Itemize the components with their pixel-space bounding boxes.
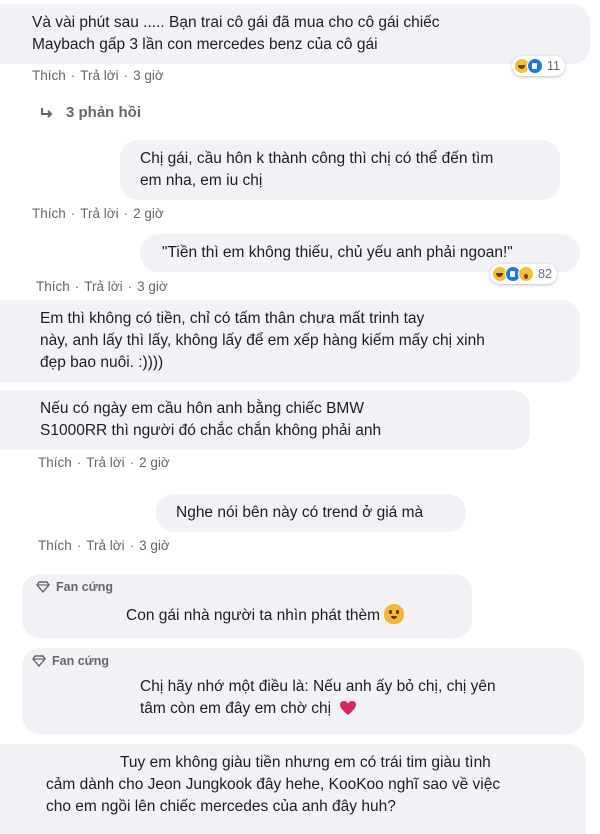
reply-arrow-icon — [40, 107, 54, 119]
reaction-count: 11 — [547, 59, 560, 73]
comment-text: Em thì không có tiền, chỉ có tấm thân ch… — [40, 310, 425, 327]
crying-cat-icon — [384, 604, 405, 624]
reply-link[interactable]: Trả lời — [86, 538, 124, 553]
separator-dot: · — [76, 538, 82, 553]
badge-label: Fan cứng — [56, 580, 113, 594]
comment-bubble: Chị gái, cầu hôn k thành công thì chị có… — [120, 140, 560, 200]
timestamp-link[interactable]: 3 giờ — [133, 68, 164, 83]
reaction-count: 82 — [538, 267, 552, 281]
separator-dot: · — [129, 455, 135, 470]
separator-dot: · — [127, 279, 133, 294]
comment-text-content: Con gái nhà người ta nhìn phát thèm — [126, 607, 381, 624]
reply-link[interactable]: Trả lời — [80, 68, 118, 83]
timestamp-link[interactable]: 3 giờ — [137, 279, 168, 294]
like-link[interactable]: Thích — [32, 68, 66, 83]
comment-text: Chị gái, cầu hôn k thành công thì chị có… — [140, 150, 494, 167]
like-link[interactable]: Thích — [32, 206, 66, 221]
replies-count-label: 3 phản hồi — [66, 104, 141, 121]
like-icon — [527, 58, 543, 74]
comment-text: đẹp bao nuôi. :)))) — [40, 354, 164, 371]
like-link[interactable]: Thích — [36, 279, 70, 294]
comment-actions: Thích · Trả lời · 3 giờ — [36, 279, 168, 294]
comment-text: Nghe nói bên này có trend ở giá mà — [176, 504, 424, 521]
comment-bubble: Em thì không có tiền, chỉ có tấm thân ch… — [0, 300, 580, 382]
comment-actions: Thích · Trả lời · 2 giờ — [38, 455, 170, 470]
comment-text: cảm dành cho Jeon Jungkook đây hehe, Koo… — [46, 776, 501, 793]
reply-link[interactable]: Trả lời — [86, 455, 124, 470]
comment-text-content: tâm còn em đây em chờ chị — [140, 700, 332, 717]
comment-text: S1000RR thì người đó chắc chắn không phả… — [40, 422, 382, 439]
comment-actions: Thích · Trả lời · 2 giờ — [32, 206, 164, 221]
reactions-summary[interactable]: 11 — [512, 56, 565, 76]
comment-text: tâm còn em đây em chờ chị — [140, 698, 570, 723]
separator-dot: · — [129, 538, 135, 553]
reply-link[interactable]: Trả lời — [84, 279, 122, 294]
comment-actions: Thích · Trả lời · 3 giờ — [38, 538, 170, 553]
timestamp-link[interactable]: 2 giờ — [139, 455, 170, 470]
comment-bubble: Nghe nói bên này có trend ở giá mà — [156, 494, 466, 532]
timestamp-link[interactable]: 2 giờ — [133, 206, 164, 221]
view-replies-button[interactable]: 3 phản hồi — [40, 104, 141, 121]
top-fan-badge: Fan cứng — [32, 654, 109, 668]
separator-dot: · — [70, 68, 76, 83]
comment-text: này, anh lấy thì lấy, không lấy để em xế… — [40, 332, 485, 349]
separator-dot: · — [123, 68, 129, 83]
separator-dot: · — [123, 206, 129, 221]
wow-icon — [518, 266, 534, 282]
reply-link[interactable]: Trả lời — [80, 206, 118, 221]
comment-text: cho em ngồi lên chiếc mercedes của anh đ… — [46, 798, 396, 815]
comment-text: "Tiền thì em không thiếu, chủ yếu anh ph… — [162, 244, 513, 261]
reactions-summary[interactable]: 82 — [490, 264, 557, 284]
red-heart-icon — [339, 700, 357, 723]
diamond-icon — [32, 655, 46, 667]
comment-bubble: Và vài phút sau ..... Bạn trai cô gái đã… — [0, 4, 590, 64]
comment-text: Maybach gấp 3 lần con mercedes benz của … — [32, 36, 378, 53]
comment-bubble: Tuy em không giàu tiền nhưng em có trái … — [0, 744, 586, 834]
comment-text: Nếu có ngày em cầu hôn anh bằng chiếc BM… — [40, 400, 364, 417]
separator-dot: · — [76, 455, 82, 470]
like-link[interactable]: Thích — [38, 538, 72, 553]
timestamp-link[interactable]: 3 giờ — [139, 538, 170, 553]
diamond-icon — [36, 581, 50, 593]
comment-bubble: Nếu có ngày em cầu hôn anh bằng chiếc BM… — [0, 390, 530, 450]
comment-text: Chị hãy nhớ một điều là: Nếu anh ấy bỏ c… — [140, 678, 496, 695]
comment-actions: Thích · Trả lời · 3 giờ — [32, 68, 164, 83]
badge-label: Fan cứng — [52, 654, 109, 668]
top-fan-badge: Fan cứng — [36, 580, 113, 594]
comment-text: Con gái nhà người ta nhìn phát thèm — [126, 604, 458, 627]
like-link[interactable]: Thích — [38, 455, 72, 470]
comment-text: Và vài phút sau ..... Bạn trai cô gái đã… — [32, 14, 440, 31]
separator-dot: · — [70, 206, 76, 221]
comment-text: Tuy em không giàu tiền nhưng em có trái … — [120, 754, 491, 771]
separator-dot: · — [74, 279, 80, 294]
comment-text: em nha, em iu chị — [140, 172, 263, 189]
